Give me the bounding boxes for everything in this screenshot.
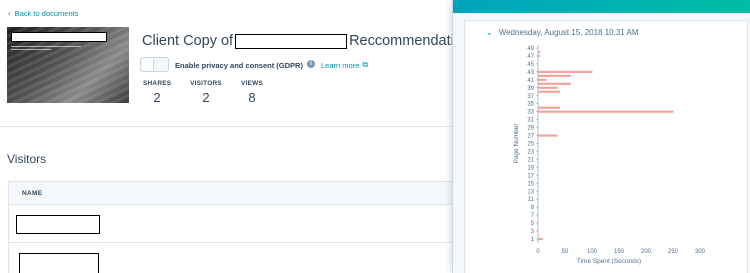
gdpr-label: Enable privacy and consent (GDPR): [175, 61, 303, 70]
back-to-documents-link[interactable]: ‹ Back to documents: [8, 9, 78, 18]
gdpr-toggle[interactable]: [140, 57, 169, 72]
session-toggle[interactable]: ⌄ Wednesday, August 15, 2018 10:31 AM: [486, 28, 639, 37]
visitors-table-header: NAME: [8, 181, 454, 205]
session-card: [464, 20, 748, 273]
stat-value: 8: [248, 90, 256, 105]
thumbnail-text-line: [11, 46, 81, 47]
stat-value: 2: [202, 90, 210, 105]
thumbnail-text-line: [11, 49, 51, 50]
title-prefix: Client Copy of: [142, 33, 234, 49]
stat-value: 2: [153, 90, 161, 105]
column-header-name[interactable]: NAME: [22, 190, 42, 197]
external-link-icon: ⧉: [362, 60, 369, 69]
title-redaction: [235, 33, 348, 49]
session-label: Wednesday, August 15, 2018 10:31 AM: [498, 28, 639, 37]
table-row[interactable]: [8, 205, 454, 243]
visit-details-panel: ⌄ Wednesday, August 15, 2018 10:31 AM: [452, 0, 750, 273]
thumbnail-redaction: [11, 32, 107, 42]
visitors-heading: Visitors: [7, 152, 47, 166]
back-link-label: Back to documents: [14, 9, 79, 18]
stat-views: VIEWS 8: [240, 80, 264, 105]
chevron-left-icon: ‹: [8, 8, 11, 18]
stat-visitors: VISITORS 2: [189, 80, 223, 105]
document-thumbnail[interactable]: [7, 27, 129, 103]
chevron-down-icon: ⌄: [486, 28, 493, 37]
stat-label: VISITORS: [190, 80, 222, 87]
learn-more-link[interactable]: Learn more ⧉: [321, 60, 368, 70]
table-row[interactable]: [8, 243, 454, 273]
document-title: Client Copy of Reccommendation: [142, 33, 470, 49]
toggle-knob: [142, 59, 154, 70]
learn-more-label: Learn more: [321, 60, 360, 70]
panel-header: [453, 0, 750, 13]
section-divider: [0, 126, 452, 127]
stat-label: VIEWS: [241, 80, 263, 87]
stat-shares: SHARES 2: [143, 80, 171, 105]
visitor-name-redaction: [16, 215, 100, 234]
stat-label: SHARES: [143, 80, 172, 87]
info-icon[interactable]: i: [307, 60, 315, 68]
visitor-name-redaction: [19, 253, 99, 273]
